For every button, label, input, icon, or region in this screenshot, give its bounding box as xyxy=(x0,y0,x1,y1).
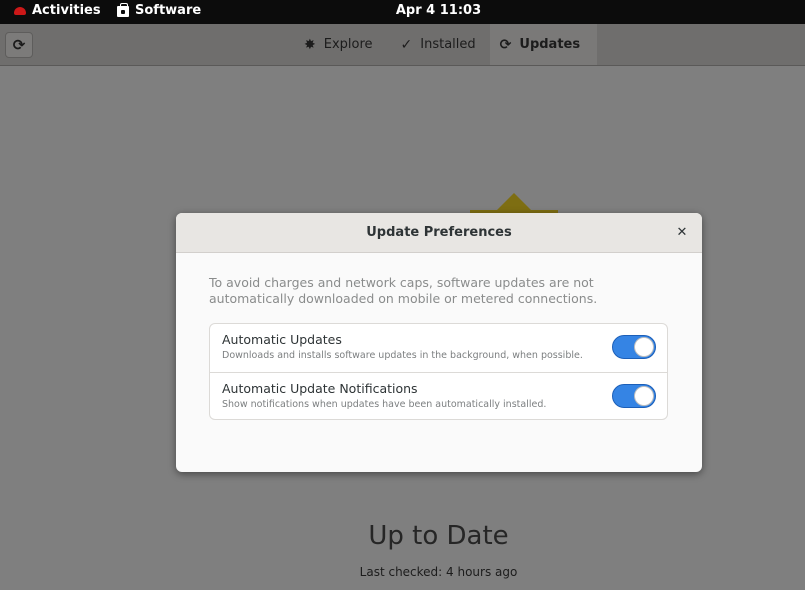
close-button[interactable]: ✕ xyxy=(672,223,692,243)
tab-installed[interactable]: ✓ Installed xyxy=(387,24,490,65)
status-title: Up to Date xyxy=(368,521,509,551)
pref-subtitle: Downloads and installs software updates … xyxy=(222,350,583,361)
automatic-updates-toggle[interactable] xyxy=(612,335,656,359)
star-icon: ✸ xyxy=(304,36,316,53)
tab-updates[interactable]: ⟳ Updates xyxy=(489,24,598,65)
dialog-title: Update Preferences xyxy=(366,225,512,240)
view-switcher: ✸ Explore ✓ Installed ⟳ Updates xyxy=(290,24,598,65)
check-circle-icon: ✓ xyxy=(400,36,413,53)
preferences-list: Automatic Updates Downloads and installs… xyxy=(209,323,668,420)
tab-installed-label: Installed xyxy=(420,37,476,52)
refresh-icon: ⟳ xyxy=(499,36,512,53)
pref-title: Automatic Updates xyxy=(222,332,342,347)
pref-title: Automatic Update Notifications xyxy=(222,381,418,396)
dialog-header: Update Preferences ✕ xyxy=(176,213,702,253)
update-preferences-dialog: Update Preferences ✕ To avoid charges an… xyxy=(176,213,702,472)
toggle-knob xyxy=(634,337,654,357)
clock[interactable]: Apr 4 11:03 xyxy=(0,3,805,18)
automatic-update-notifications-toggle[interactable] xyxy=(612,384,656,408)
last-checked-label: Last checked: 4 hours ago xyxy=(359,565,518,579)
header-bar: ⟳ ✸ Explore ✓ Installed ⟳ Updates xyxy=(0,24,805,66)
refresh-button[interactable]: ⟳ xyxy=(5,32,33,58)
tab-updates-label: Updates xyxy=(519,37,581,52)
dialog-description: To avoid charges and network caps, softw… xyxy=(209,275,598,306)
pref-subtitle: Show notifications when updates have bee… xyxy=(222,399,547,410)
up-to-date-illustration xyxy=(470,193,558,213)
pref-automatic-update-notifications: Automatic Update Notifications Show noti… xyxy=(210,372,667,420)
top-bar: Activities Software Apr 4 11:03 xyxy=(0,0,805,24)
close-icon: ✕ xyxy=(676,225,688,240)
tab-explore-label: Explore xyxy=(323,37,373,52)
pref-automatic-updates: Automatic Updates Downloads and installs… xyxy=(210,324,667,372)
toggle-knob xyxy=(634,386,654,406)
tab-explore[interactable]: ✸ Explore xyxy=(290,24,387,65)
refresh-icon: ⟳ xyxy=(12,36,26,54)
